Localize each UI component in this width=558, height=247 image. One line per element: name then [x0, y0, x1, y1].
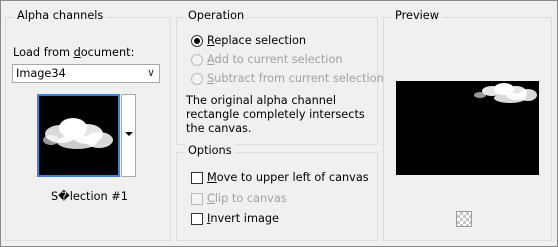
alpha-channels-title: Alpha channels: [14, 9, 107, 22]
operation-title: Operation: [185, 9, 248, 22]
preview-canvas: [396, 81, 539, 175]
move-upper-left-checkbox[interactable]: [191, 172, 203, 184]
add-to-selection-label[interactable]: Add to current selection: [207, 53, 343, 66]
subtract-selection-radio[interactable]: [191, 73, 203, 85]
load-from-document-label: Load from document:: [13, 46, 135, 59]
replace-selection-label[interactable]: Replace selection: [207, 34, 306, 47]
alpha-channel-thumbnail[interactable]: [37, 94, 120, 177]
subtract-selection-label[interactable]: Subtract from current selection: [207, 72, 384, 85]
operation-info-text: The original alpha channel rectangle com…: [186, 94, 365, 135]
dropdown-arrow-icon: [125, 132, 133, 136]
options-title: Options: [185, 144, 235, 157]
preview-title: Preview: [392, 9, 442, 22]
replace-selection-radio[interactable]: [191, 35, 203, 47]
invert-image-label[interactable]: Invert image: [207, 212, 279, 225]
selection-name: S�lection #1: [51, 190, 128, 203]
add-to-selection-radio[interactable]: [191, 54, 203, 66]
thumbnail-dropdown-button[interactable]: [121, 94, 136, 177]
clip-to-canvas-label[interactable]: Clip to canvas: [207, 192, 287, 205]
document-select[interactable]: Image34 ∨: [12, 64, 160, 83]
clip-to-canvas-checkbox[interactable]: [191, 193, 203, 205]
transparency-toggle-icon[interactable]: [456, 211, 472, 227]
move-upper-left-label[interactable]: Move to upper left of canvas: [207, 171, 369, 184]
cloud-preview-image: [474, 83, 537, 103]
chevron-down-icon[interactable]: ∨: [147, 66, 155, 79]
invert-image-checkbox[interactable]: [191, 213, 203, 225]
cloud-thumbnail-image: [43, 118, 113, 149]
document-select-value: Image34: [16, 67, 66, 80]
